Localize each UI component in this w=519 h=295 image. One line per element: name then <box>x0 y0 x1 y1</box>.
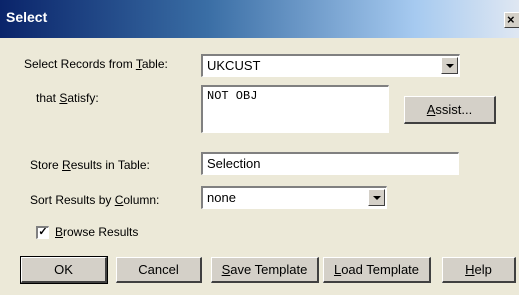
load-template-button[interactable]: Load Template <box>323 257 431 283</box>
title-bar: Select × <box>0 0 519 38</box>
cancel-button[interactable]: Cancel <box>116 257 202 283</box>
help-button[interactable]: Help <box>442 257 516 283</box>
store-results-field[interactable]: Selection <box>201 152 459 175</box>
sort-column-value: none <box>207 190 236 205</box>
sort-column-select[interactable]: none <box>201 186 387 209</box>
assist-button[interactable]: Assist... <box>404 96 496 124</box>
satisfy-label: that Satisfy: <box>36 91 99 105</box>
chevron-down-icon[interactable] <box>441 57 458 74</box>
satisfy-expression-field[interactable]: NOT OBJ <box>201 85 389 133</box>
store-results-label: Store Results in Table: <box>30 158 150 172</box>
chevron-down-icon[interactable] <box>368 189 385 206</box>
select-dialog: Select × Select Records from Table: UKCU… <box>0 0 519 295</box>
sort-column-label: Sort Results by Column: <box>30 193 160 207</box>
ok-button[interactable]: OK <box>20 256 108 284</box>
save-template-button[interactable]: Save Template <box>211 257 319 283</box>
table-select-value: UKCUST <box>207 58 261 73</box>
table-select[interactable]: UKCUST <box>201 54 460 77</box>
browse-results-label: Browse Results <box>55 225 139 239</box>
table-label: Select Records from Table: <box>24 57 168 71</box>
browse-results-checkbox[interactable]: ✓ <box>36 226 49 239</box>
close-icon[interactable]: × <box>504 12 519 28</box>
window-title: Select <box>6 9 48 25</box>
